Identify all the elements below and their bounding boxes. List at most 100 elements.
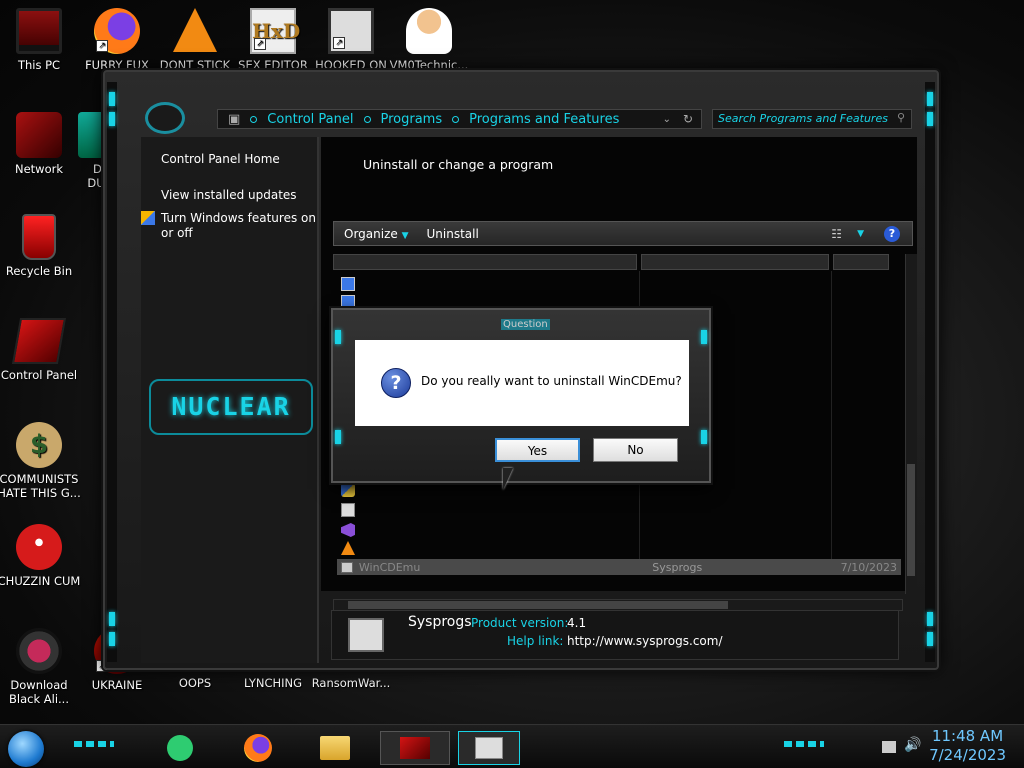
desktop-icon-control-panel[interactable]: Control Panel bbox=[0, 318, 82, 382]
question-dialog[interactable]: Question ? Do you really want to uninsta… bbox=[331, 308, 711, 483]
table-row-wincdemu[interactable]: WinCDEmu Sysprogs 7/10/2023 bbox=[337, 559, 901, 575]
address-bar[interactable]: ▣ Control Panel Programs Programs and Fe… bbox=[217, 109, 702, 129]
column-header-installed-on[interactable] bbox=[833, 254, 889, 270]
scrollbar-thumb[interactable] bbox=[348, 601, 728, 609]
desktop-icon-sex-editor[interactable]: HxD ↗ SEX EDITOR bbox=[230, 8, 316, 72]
vlc-cone-icon bbox=[173, 8, 217, 52]
system-clock[interactable]: 11:48 AM 7/24/2023 bbox=[929, 727, 1006, 765]
search-icon[interactable]: ⚲ bbox=[897, 111, 905, 124]
chevron-down-icon[interactable]: ▼ bbox=[857, 229, 864, 239]
red-creature-icon bbox=[16, 524, 62, 570]
frame-accent bbox=[109, 112, 115, 126]
network-tray-icon[interactable] bbox=[882, 741, 896, 753]
details-help-label: Help link: bbox=[507, 634, 564, 648]
scrollbar-thumb[interactable] bbox=[907, 464, 915, 576]
mouse-cursor-icon bbox=[503, 468, 513, 490]
desktop-icon-label: CHUZZIN CUM bbox=[0, 574, 81, 588]
desktop-icon-this-pc[interactable]: This PC bbox=[0, 8, 82, 72]
program-icon[interactable] bbox=[341, 295, 355, 309]
frame-accent bbox=[109, 632, 115, 646]
recycle-bin-icon bbox=[22, 214, 56, 260]
program-icon[interactable] bbox=[341, 277, 355, 291]
column-header-name[interactable] bbox=[333, 254, 637, 270]
taskbar-control-panel[interactable] bbox=[380, 731, 450, 765]
network-icon bbox=[16, 112, 62, 158]
doctor-icon bbox=[406, 8, 452, 54]
volume-icon[interactable]: 🔊 bbox=[904, 737, 921, 753]
breadcrumb-root-icon[interactable]: ▣ bbox=[228, 112, 240, 127]
column-header-publisher[interactable] bbox=[641, 254, 829, 270]
taskbar-accent bbox=[74, 741, 114, 747]
clock-date: 7/24/2023 bbox=[929, 746, 1006, 764]
program-icon bbox=[348, 618, 384, 652]
start-button[interactable] bbox=[8, 731, 44, 767]
list-divider bbox=[831, 271, 832, 559]
taskbar-notes-app[interactable] bbox=[160, 731, 200, 765]
firefox-icon bbox=[244, 734, 272, 762]
desktop-icon-label: UKRAINE bbox=[91, 678, 143, 692]
firefox-icon: ↗ bbox=[94, 8, 140, 54]
desktop-icon-chuzzin[interactable]: CHUZZIN CUM bbox=[0, 524, 82, 588]
desktop-icon-label: RansomWar... bbox=[311, 676, 391, 690]
organize-button[interactable]: Organize ▼ bbox=[344, 227, 409, 241]
desktop-icon-communists[interactable]: $ COMMUNISTS HATE THIS G... bbox=[0, 422, 82, 500]
chevron-down-icon[interactable]: ⌄ bbox=[663, 114, 671, 125]
shortcut-arrow-icon: ↗ bbox=[254, 38, 266, 50]
shortcut-arrow-icon: ↗ bbox=[333, 37, 345, 49]
window-left-frame bbox=[107, 82, 117, 662]
desktop-icon-label: LYNCHING bbox=[243, 676, 303, 690]
no-button[interactable]: No bbox=[593, 438, 678, 462]
desktop-icon-vm0technic[interactable]: VM0Technic... bbox=[386, 8, 472, 72]
program-icon bbox=[475, 737, 503, 759]
breadcrumb-control-panel[interactable]: Control Panel bbox=[250, 112, 354, 127]
program-icon[interactable] bbox=[341, 503, 355, 517]
breadcrumb-programs-and-features[interactable]: Programs and Features bbox=[452, 112, 619, 127]
vlc-cone-icon[interactable] bbox=[341, 541, 355, 555]
details-pane: Sysprogs Product version: 4.1 Help link:… bbox=[331, 610, 899, 660]
frame-accent bbox=[109, 92, 115, 106]
shortcut-arrow-icon: ↗ bbox=[96, 40, 108, 52]
desktop-icon-label: Network bbox=[14, 162, 64, 176]
desktop-icon-hooked-on[interactable]: ↗ HOOKED ON bbox=[308, 8, 394, 72]
desktop-icon-label: Control Panel bbox=[0, 368, 78, 382]
vertical-scrollbar[interactable] bbox=[905, 254, 917, 594]
desktop-icon-furry-fux[interactable]: ↗ FURRY FUX bbox=[74, 8, 160, 72]
desktop-icon-label: OOPS bbox=[178, 676, 212, 690]
nav-view-installed-updates[interactable]: View installed updates bbox=[161, 188, 297, 203]
frame-accent bbox=[335, 330, 341, 344]
window-right-frame bbox=[925, 82, 935, 662]
search-input[interactable]: Search Programs and Features bbox=[712, 109, 912, 129]
python-icon[interactable] bbox=[341, 483, 355, 497]
refresh-icon[interactable]: ↻ bbox=[683, 112, 693, 126]
desktop-icon-recycle-bin[interactable]: Recycle Bin bbox=[0, 214, 82, 278]
chevron-down-icon: ▼ bbox=[401, 230, 409, 241]
breadcrumb-programs[interactable]: Programs bbox=[363, 112, 442, 127]
nuclear-logo: NUCLEAR bbox=[149, 379, 313, 435]
help-icon[interactable]: ? bbox=[884, 225, 900, 242]
desktop-icon-download-black-ali[interactable]: Download Black Ali... bbox=[0, 628, 82, 706]
shield-icon bbox=[141, 211, 155, 225]
view-options-icon[interactable]: ☷ bbox=[831, 227, 842, 241]
uninstall-button[interactable]: Uninstall bbox=[427, 227, 479, 241]
frame-accent bbox=[109, 612, 115, 626]
app-icon: ↗ bbox=[328, 8, 374, 54]
nav-control-panel-home[interactable]: Control Panel Home bbox=[161, 152, 280, 167]
desktop-icon-lynching[interactable]: LYNCHING bbox=[230, 676, 316, 690]
taskbar-file-explorer[interactable] bbox=[315, 731, 355, 765]
desktop-icon-oops[interactable]: OOPS bbox=[152, 676, 238, 690]
control-panel-icon bbox=[11, 318, 67, 364]
desktop-icon-dont-stick[interactable]: DONT STICK bbox=[152, 8, 238, 72]
program-icon bbox=[341, 561, 353, 573]
frame-accent bbox=[927, 112, 933, 126]
details-help-link[interactable]: http://www.sysprogs.com/ bbox=[567, 634, 723, 648]
back-button[interactable] bbox=[145, 102, 185, 134]
details-version-label: Product version: bbox=[471, 616, 569, 630]
visual-studio-icon[interactable] bbox=[341, 523, 355, 537]
taskbar-programs-and-features[interactable] bbox=[458, 731, 520, 765]
money-bag-icon: $ bbox=[16, 422, 62, 468]
desktop-icon-ransomware[interactable]: RansomWar... bbox=[308, 676, 394, 690]
dialog-title: Question bbox=[501, 319, 550, 330]
yes-button[interactable]: Yes bbox=[495, 438, 580, 462]
nav-turn-windows-features[interactable]: Turn Windows features on or off bbox=[161, 211, 319, 241]
taskbar-firefox[interactable] bbox=[238, 731, 278, 765]
